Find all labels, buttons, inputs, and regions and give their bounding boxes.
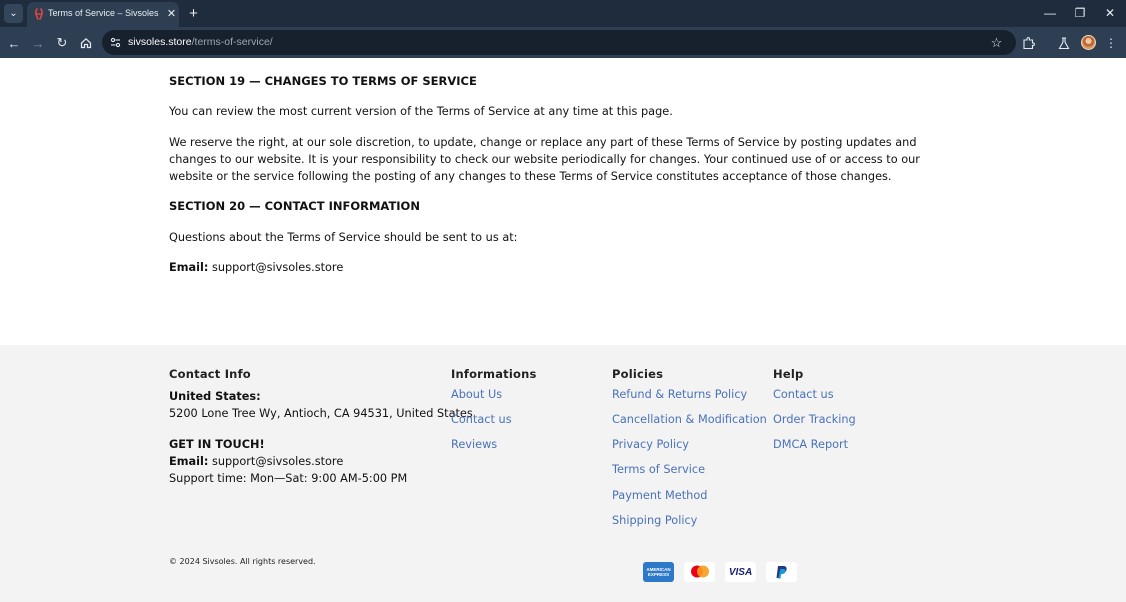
mastercard-icon [684,562,715,582]
labs-flask-icon[interactable] [1054,33,1074,53]
close-window-icon[interactable]: ✕ [1096,3,1124,23]
section-19-paragraph-1: You can review the most current version … [169,105,673,118]
site-favicon-icon [35,8,43,20]
footer-email-line: Email: support@sivsoles.store [169,455,343,468]
footer-link-shipping-policy[interactable]: Shipping Policy [612,514,697,527]
footer-link-about-us[interactable]: About Us [451,388,502,401]
footer-link-terms-of-service[interactable]: Terms of Service [612,463,705,476]
bookmark-star-icon[interactable]: ☆ [988,34,1005,51]
profile-avatar[interactable] [1081,35,1096,50]
footer-link-refund-returns[interactable]: Refund & Returns Policy [612,388,747,401]
section-20-heading: SECTION 20 — CONTACT INFORMATION [169,199,420,213]
footer-link-privacy-policy[interactable]: Privacy Policy [612,438,689,451]
home-icon[interactable] [76,33,96,53]
url-text[interactable]: sivsoles.store/terms-of-service/ [128,36,273,48]
footer-link-contact-us[interactable]: Contact us [451,413,512,426]
contact-address: 5200 Lone Tree Wy, Antioch, CA 94531, Un… [169,407,473,420]
section-19-paragraph-2: We reserve the right, at our sole discre… [169,136,920,183]
footer-email-value: support@sivsoles.store [211,455,344,468]
new-tab-icon[interactable]: + [185,4,202,22]
back-arrow-icon[interactable]: ← [4,33,24,53]
address-bar[interactable]: sivsoles.store/terms-of-service/ ☆ [102,30,1016,55]
contact-email-line: Email: support@sivsoles.store [169,259,953,276]
browser-tab-strip: ⌄ Terms of Service – Sivsoles ✕ + — ❐ ✕ [0,0,1126,27]
footer-contact-title: Contact Info [169,367,251,381]
url-path: /terms-of-service/ [191,36,273,48]
forward-arrow-icon[interactable]: → [28,33,48,53]
site-footer: Contact Info United States: 5200 Lone Tr… [0,345,1126,602]
american-express-icon: AMERICAN EXPRESS [643,562,674,582]
footer-link-dmca-report[interactable]: DMCA Report [773,438,848,451]
close-tab-icon[interactable]: ✕ [164,6,179,21]
amex-wordmark: AMERICAN EXPRESS [646,567,671,577]
minimize-icon[interactable]: — [1036,3,1064,23]
email-value: support@sivsoles.store [211,261,344,274]
footer-link-help-contact-us[interactable]: Contact us [773,388,834,401]
section-20-paragraph-1: Questions about the Terms of Service sho… [169,231,518,244]
menu-kebab-icon[interactable]: ⋮ [1101,33,1121,53]
footer-link-order-tracking[interactable]: Order Tracking [773,413,856,426]
contact-country-label: United States: [169,390,261,403]
footer-link-payment-method[interactable]: Payment Method [612,489,707,502]
section-19-heading: SECTION 19 — CHANGES TO TERMS OF SERVICE [169,74,477,88]
email-label: Email: [169,261,209,274]
copyright-text: © 2024 Sivsoles. All rights reserved. [169,557,316,566]
footer-link-reviews[interactable]: Reviews [451,438,497,451]
tab-search-chevron-icon[interactable]: ⌄ [4,4,23,23]
get-in-touch-label: GET IN TOUCH! [169,438,265,451]
footer-help-title: Help [773,367,804,381]
site-info-icon[interactable] [109,36,121,48]
reload-icon[interactable]: ↻ [52,33,72,53]
restore-icon[interactable]: ❐ [1066,3,1094,23]
browser-tab[interactable]: Terms of Service – Sivsoles ✕ [27,2,179,27]
visa-icon: VISA [725,562,756,582]
footer-link-cancellation[interactable]: Cancellation & Modification [612,413,767,426]
extensions-puzzle-icon[interactable] [1018,33,1038,53]
support-time: Support time: Mon—Sat: 9:00 AM-5:00 PM [169,472,408,485]
footer-email-label: Email: [169,455,209,468]
browser-toolbar: ← → ↻ sivsoles.store/terms-of-service/ ☆… [0,27,1126,58]
paypal-icon [766,562,797,582]
visa-wordmark: VISA [728,566,753,578]
footer-informations-title: Informations [451,367,537,381]
tab-title: Terms of Service – Sivsoles [48,8,159,18]
footer-policies-title: Policies [612,367,664,381]
url-host: sivsoles.store [128,36,192,48]
